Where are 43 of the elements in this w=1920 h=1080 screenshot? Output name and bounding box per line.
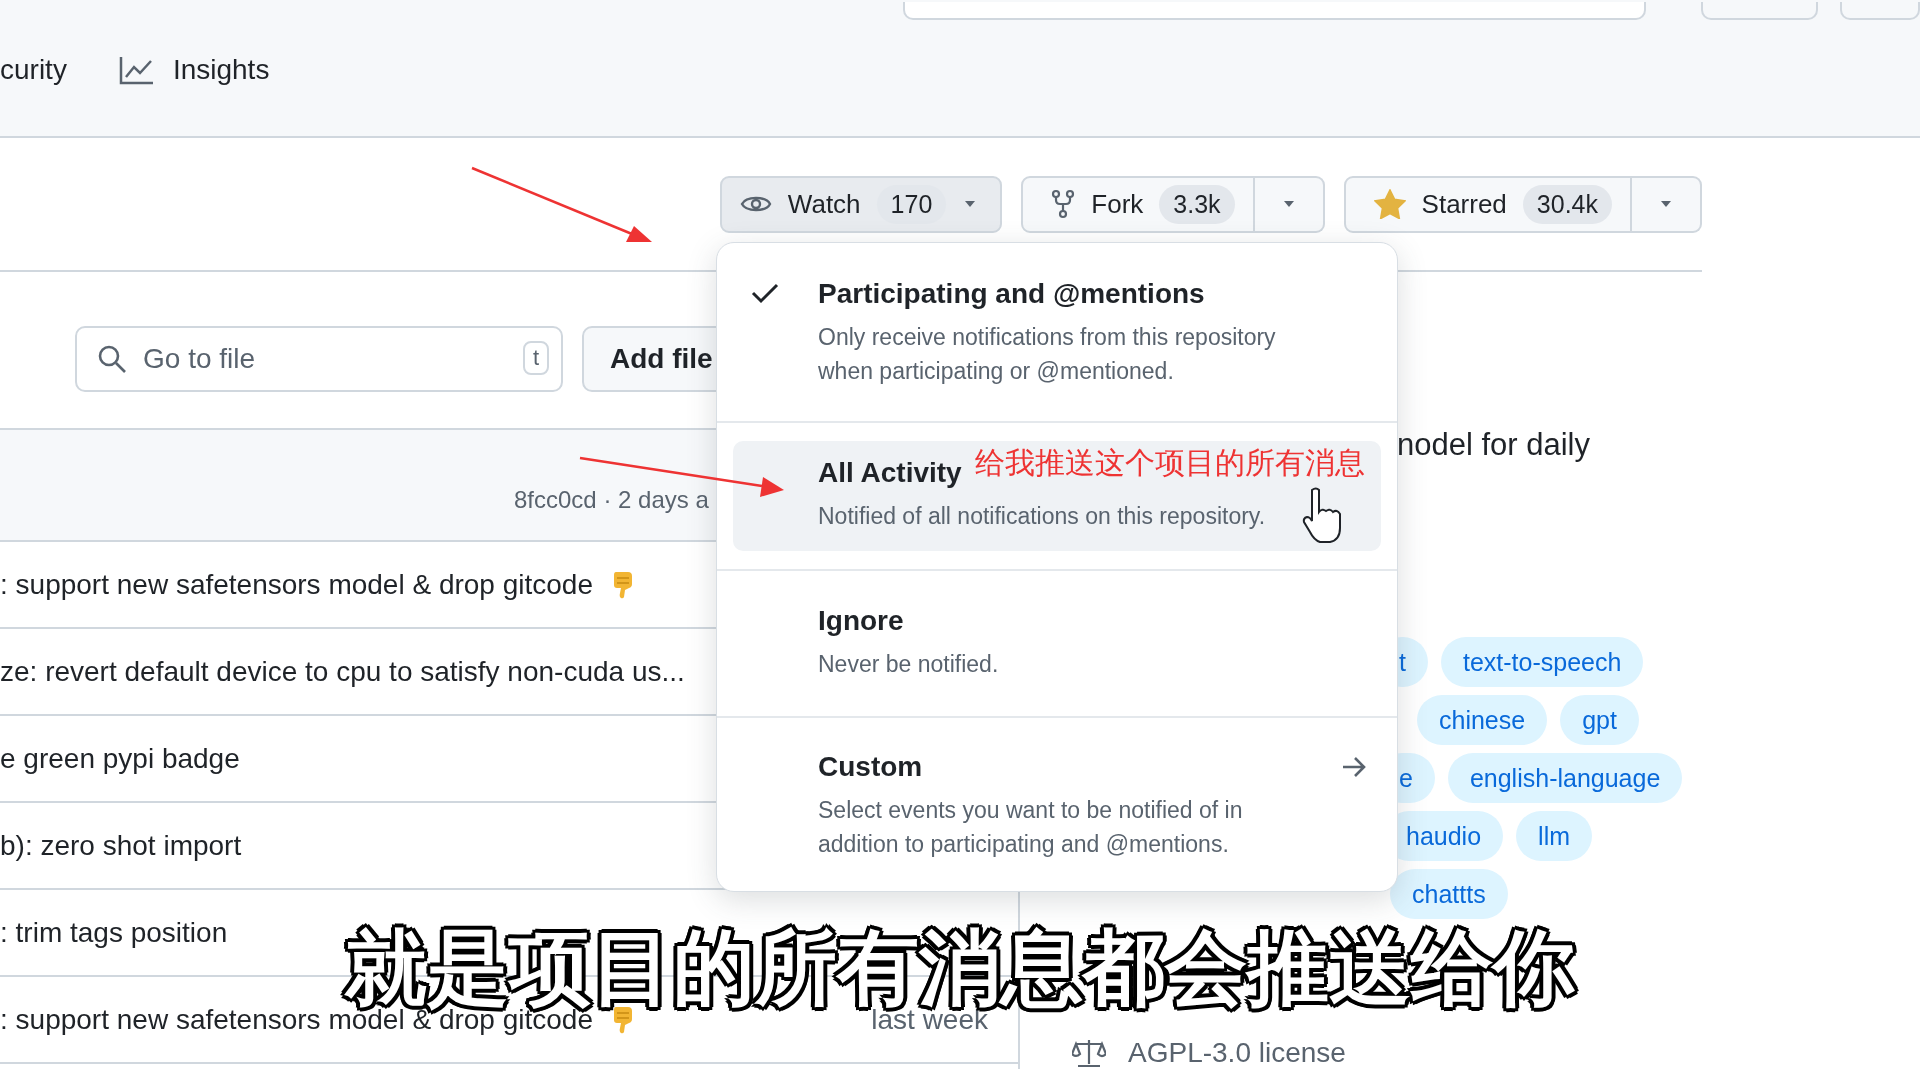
dropdown-button[interactable]: [1632, 175, 1702, 233]
graph-icon: [118, 55, 155, 85]
header-button[interactable]: [1701, 2, 1819, 20]
commit-message[interactable]: ze: revert default device to cpu to satisfy non-cuda us...: [0, 655, 685, 688]
commit-message[interactable]: : support new safetensors model & drop gitcode: [0, 568, 593, 601]
topic-tag[interactable]: english-language: [1447, 753, 1683, 803]
topic-tag[interactable]: chattts: [1390, 869, 1508, 919]
annotation-text: 给我推送这个项目的所有消息: [975, 445, 1365, 481]
nav-tab[interactable]: curity: [0, 54, 67, 86]
fork-button[interactable]: Fork 3.3k: [1021, 175, 1255, 233]
count-badge: 3.3k: [1159, 184, 1235, 224]
commit-message[interactable]: : trim tags position: [0, 916, 228, 949]
menu-item-title: Ignore: [818, 604, 904, 636]
topic-tag[interactable]: chinese: [1417, 695, 1548, 745]
scale-icon: [1072, 1038, 1106, 1068]
commit-message[interactable]: b): zero shot import: [0, 829, 242, 862]
watch-button[interactable]: Watch 170: [719, 175, 1003, 233]
star-button[interactable]: Starred 30.4k: [1343, 175, 1632, 233]
license-link[interactable]: AGPL-3.0 license: [1128, 1037, 1346, 1069]
menu-item-title: Participating and @mentions: [818, 278, 1205, 309]
count-badge: 170: [876, 184, 947, 224]
cursor-hand-icon: [1302, 487, 1341, 543]
menu-item-description: Notified of all notifications on this repository.: [818, 502, 1266, 531]
menu-item-description: Only receive notifications from this repository when participating or @mentioned.: [818, 323, 1277, 386]
arrow-right-icon: [1341, 754, 1367, 779]
menu-item-title: All Activity: [818, 457, 962, 488]
menu-item-title: Custom: [818, 750, 923, 782]
header-button[interactable]: [1840, 2, 1920, 20]
topic-tag[interactable]: gpt: [1560, 695, 1639, 745]
repo-description: nodel for daily: [1397, 427, 1590, 463]
nav-tab[interactable]: Insights: [118, 54, 270, 86]
count-badge: 30.4k: [1522, 184, 1612, 224]
shortcut-key: t: [522, 341, 549, 375]
fork-icon: [1051, 189, 1076, 219]
topic-tag[interactable]: text-to-speech: [1440, 637, 1644, 687]
dropdown-button[interactable]: [1254, 175, 1325, 233]
commit-meta: 8fcc0cd · 2 days a: [514, 488, 709, 512]
menu-item-description: Never be notified.: [818, 649, 999, 679]
topic-tag[interactable]: llm: [1516, 811, 1592, 861]
menu-item-description: Select events you want to be notified of in addition to participating and @mentions.: [818, 795, 1244, 859]
commit-message[interactable]: e green pypi badge: [0, 742, 240, 775]
search-field[interactable]: [903, 2, 1647, 20]
search-icon: [97, 344, 127, 374]
